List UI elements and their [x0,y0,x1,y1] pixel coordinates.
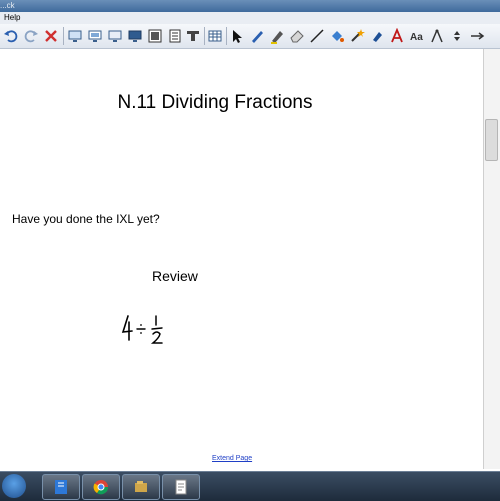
files-icon [135,481,147,492]
screen-shade-icon[interactable] [66,27,84,45]
vertical-scrollbar[interactable] [483,49,500,469]
menu-bar: Help [0,12,500,24]
redo-icon[interactable] [22,27,40,45]
pen-icon[interactable] [248,27,266,45]
line-icon[interactable] [308,27,326,45]
menu-help[interactable]: Help [4,12,20,24]
more-icon[interactable] [448,27,466,45]
chrome-app-button[interactable] [82,474,120,500]
svg-text:Aa: Aa [410,32,423,43]
toolbar: Aa [0,24,500,49]
select-icon[interactable] [228,27,246,45]
more-icon[interactable] [468,27,486,45]
text-icon[interactable] [388,27,406,45]
notebook-app-button[interactable] [42,474,80,500]
notebook-icon [55,480,67,494]
highlighter-icon[interactable] [268,27,286,45]
font-icon[interactable]: Aa [408,27,426,45]
window-titlebar: ...ck [0,0,500,12]
window-title: ...ck [0,1,15,10]
magic-pen-icon[interactable] [348,27,366,45]
fill-icon[interactable] [328,27,346,45]
toolbar-separator [204,27,205,45]
taskbar [0,471,500,501]
toolbar-separator [226,27,227,45]
show-screen-icon[interactable] [86,27,104,45]
page-title: N.11 Dividing Fractions [117,92,313,113]
measure-icon[interactable] [428,27,446,45]
capture-icon[interactable] [166,27,184,45]
capture-icon[interactable] [146,27,164,45]
files-app-button[interactable] [122,474,160,500]
review-heading: Review [152,268,198,284]
extend-page-link[interactable]: Extend Page [212,455,252,462]
delete-icon[interactable] [42,27,60,45]
notes-app-button[interactable] [162,474,200,500]
start-button[interactable] [2,474,26,498]
monitor-icon[interactable] [126,27,144,45]
capture-icon[interactable] [184,27,202,45]
eraser-icon[interactable] [288,27,306,45]
notes-icon [175,479,187,495]
table-icon[interactable] [206,27,224,45]
scrollbar-thumb[interactable] [485,119,498,161]
fill-icon[interactable] [368,27,386,45]
question-text: Have you done the IXL yet? [12,212,160,226]
toolbar-separator [63,27,64,45]
handwritten-expression [121,315,163,344]
monitor-icon[interactable] [106,27,124,45]
undo-icon[interactable] [2,27,20,45]
chrome-icon [93,480,109,495]
